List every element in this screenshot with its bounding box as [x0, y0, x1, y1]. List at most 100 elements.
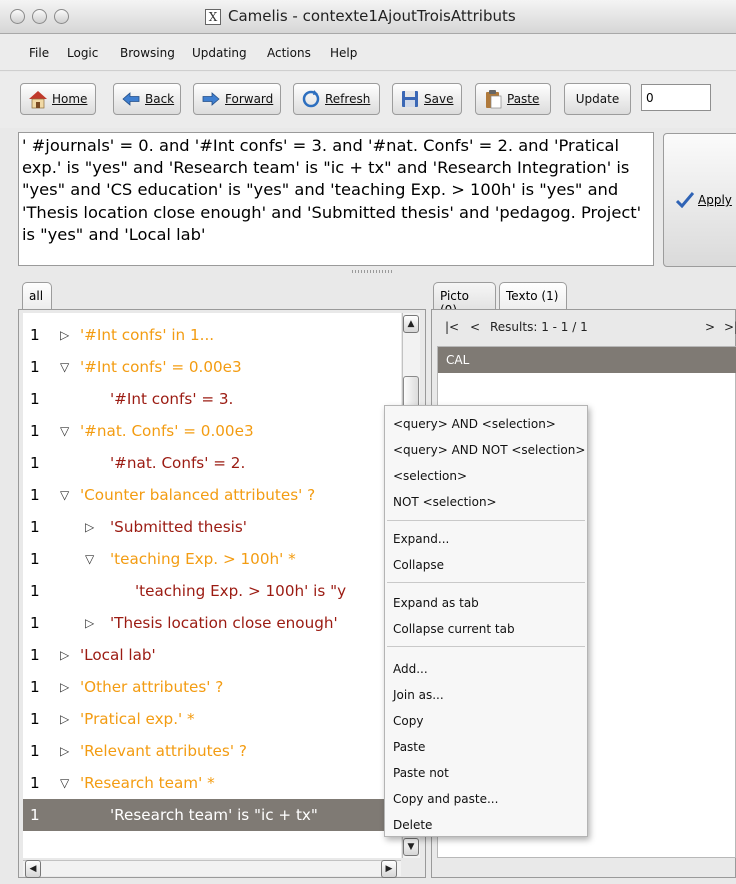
- forward-button[interactable]: Forward: [193, 83, 281, 115]
- menu-add[interactable]: Add...: [393, 662, 428, 676]
- tree-row[interactable]: 1 '#nat. Confs' = 2.: [23, 447, 401, 479]
- tree-row-count: 1: [30, 646, 40, 664]
- collapsed-twisty-icon[interactable]: ▷: [60, 712, 69, 726]
- tree-row[interactable]: 1 ▷ 'Submitted thesis': [23, 511, 401, 543]
- collapsed-twisty-icon[interactable]: ▷: [60, 328, 69, 342]
- last-page-button[interactable]: >|: [724, 320, 736, 334]
- expanded-twisty-icon[interactable]: ▽: [60, 360, 69, 374]
- menu-expand-as-tab[interactable]: Expand as tab: [393, 596, 479, 610]
- tree-row[interactable]: 1 ▷ '#Int confs' in 1...: [23, 319, 401, 351]
- home-button[interactable]: Home: [20, 83, 96, 115]
- menu-paste-not[interactable]: Paste not: [393, 766, 449, 780]
- menu-copy-and-paste[interactable]: Copy and paste...: [393, 792, 498, 806]
- tree-row-count: 1: [30, 550, 40, 568]
- checkmark-icon: [676, 192, 694, 208]
- tree-row-label: 'Relevant attributes' ?: [80, 742, 247, 760]
- result-item[interactable]: CAL: [438, 347, 736, 373]
- expanded-twisty-icon[interactable]: ▽: [60, 424, 69, 438]
- menu-logic[interactable]: Logic: [67, 46, 98, 60]
- tree-row[interactable]: 1 ▽ 'Research team' *: [23, 767, 401, 799]
- minimize-window-button[interactable]: [32, 9, 47, 24]
- update-button[interactable]: Update: [564, 83, 631, 115]
- navigation-tree: 1 ▷ '#Int confs' in 1... 1 ▽ '#Int confs' = 0…: [23, 313, 401, 858]
- scroll-right-button[interactable]: ▶: [381, 860, 397, 878]
- menu-selection[interactable]: <selection>: [393, 469, 467, 483]
- expanded-twisty-icon[interactable]: ▽: [60, 488, 69, 502]
- tree-row-count: 1: [30, 678, 40, 696]
- menu-collapse-current-tab[interactable]: Collapse current tab: [393, 622, 515, 636]
- tree-row-count: 1: [30, 742, 40, 760]
- collapsed-twisty-icon[interactable]: ▷: [60, 680, 69, 694]
- tab-texto[interactable]: Texto (1): [499, 282, 567, 310]
- collapsed-twisty-icon[interactable]: ▷: [60, 648, 69, 662]
- collapsed-twisty-icon[interactable]: ▷: [85, 520, 94, 534]
- tree-row-label: 'Thesis location close enough': [110, 614, 338, 632]
- tree-row[interactable]: 1 '#Int confs' = 3.: [23, 383, 401, 415]
- tree-row-count: 1: [30, 358, 40, 376]
- zoom-window-button[interactable]: [54, 9, 69, 24]
- paste-button[interactable]: Paste: [475, 83, 551, 115]
- tree-row[interactable]: 1 ▷ 'Relevant attributes' ?: [23, 735, 401, 767]
- close-window-button[interactable]: [10, 9, 25, 24]
- menu-expand[interactable]: Expand...: [393, 532, 449, 546]
- menu-delete[interactable]: Delete: [393, 818, 432, 832]
- back-button[interactable]: Back: [113, 83, 181, 115]
- menu-query-and-not-selection[interactable]: <query> AND NOT <selection>: [393, 443, 585, 457]
- tab-picto[interactable]: Picto (0): [433, 282, 496, 317]
- tree-row[interactable]: 1 ▽ 'teaching Exp. > 100h' *: [23, 543, 401, 575]
- menu-collapse[interactable]: Collapse: [393, 558, 444, 572]
- scroll-down-button[interactable]: ▼: [403, 838, 419, 856]
- menu-separator: [387, 520, 585, 521]
- tree-row[interactable]: 1 ▷ 'Thesis location close enough': [23, 607, 401, 639]
- menu-query-and-selection[interactable]: <query> AND <selection>: [393, 417, 556, 431]
- tree-row[interactable]: 1 'teaching Exp. > 100h' is "y: [23, 575, 401, 607]
- menu-browsing[interactable]: Browsing: [120, 46, 175, 60]
- expanded-twisty-icon[interactable]: ▽: [60, 776, 69, 790]
- tree-row[interactable]: 1 ▷ 'Pratical exp.' *: [23, 703, 401, 735]
- arrow-left-icon: [120, 89, 142, 109]
- tree-horizontal-scrollbar[interactable]: ◀ ▶: [23, 860, 401, 878]
- tree-row[interactable]: 1 ▽ '#Int confs' = 0.00e3: [23, 351, 401, 383]
- title-bar: X Camelis - contexte1AjoutTroisAttributs: [0, 0, 736, 34]
- refresh-button[interactable]: Refresh: [293, 83, 380, 115]
- clipboard-icon: [482, 89, 504, 109]
- menu-paste[interactable]: Paste: [393, 740, 425, 754]
- expanded-twisty-icon[interactable]: ▽: [85, 552, 94, 566]
- pane-resize-grip[interactable]: [352, 270, 392, 273]
- collapsed-twisty-icon[interactable]: ▷: [60, 744, 69, 758]
- collapsed-twisty-icon[interactable]: ▷: [85, 616, 94, 630]
- tree-row-label: 'Local lab': [80, 646, 156, 664]
- menu-actions[interactable]: Actions: [267, 46, 311, 60]
- first-page-button[interactable]: |<: [445, 320, 459, 334]
- tree-row[interactable]: 1 ▽ 'Counter balanced attributes' ?: [23, 479, 401, 511]
- apply-button[interactable]: Apply: [663, 133, 736, 267]
- menu-copy[interactable]: Copy: [393, 714, 423, 728]
- next-page-button[interactable]: >: [705, 320, 715, 334]
- tree-row[interactable]: 1 'Research team' is "ic + tx": [23, 799, 401, 831]
- previous-page-button[interactable]: <: [470, 320, 480, 334]
- tab-all[interactable]: all: [22, 282, 52, 310]
- update-count-input[interactable]: [641, 84, 711, 111]
- tree-row-count: 1: [30, 806, 40, 824]
- tree-row[interactable]: 1 ▽ '#nat. Confs' = 0.00e3: [23, 415, 401, 447]
- tree-row-count: 1: [30, 486, 40, 504]
- menu-updating[interactable]: Updating: [192, 46, 247, 60]
- tree-row-label: 'Submitted thesis': [110, 518, 247, 536]
- tree-row-count: 1: [30, 582, 40, 600]
- tree-row[interactable]: 1 ▷ 'Other attributes' ?: [23, 671, 401, 703]
- refresh-icon: [300, 89, 322, 109]
- scroll-left-button[interactable]: ◀: [25, 860, 41, 878]
- tree-row-count: 1: [30, 390, 40, 408]
- menu-join-as[interactable]: Join as...: [393, 688, 444, 702]
- window-title: Camelis - contexte1AjoutTroisAttributs: [228, 7, 516, 25]
- query-editor[interactable]: ' #journals' = 0. and '#Int confs' = 3. …: [18, 132, 654, 266]
- menu-not-selection[interactable]: NOT <selection>: [393, 495, 497, 509]
- menu-file[interactable]: File: [29, 46, 49, 60]
- save-button[interactable]: Save: [392, 83, 462, 115]
- tree-row-count: 1: [30, 614, 40, 632]
- scroll-up-button[interactable]: ▲: [403, 315, 419, 333]
- tree-row[interactable]: 1 ▷ 'Local lab': [23, 639, 401, 671]
- tree-row-label: '#nat. Confs' = 2.: [110, 454, 246, 472]
- menu-help[interactable]: Help: [330, 46, 357, 60]
- tree-row-count: 1: [30, 774, 40, 792]
